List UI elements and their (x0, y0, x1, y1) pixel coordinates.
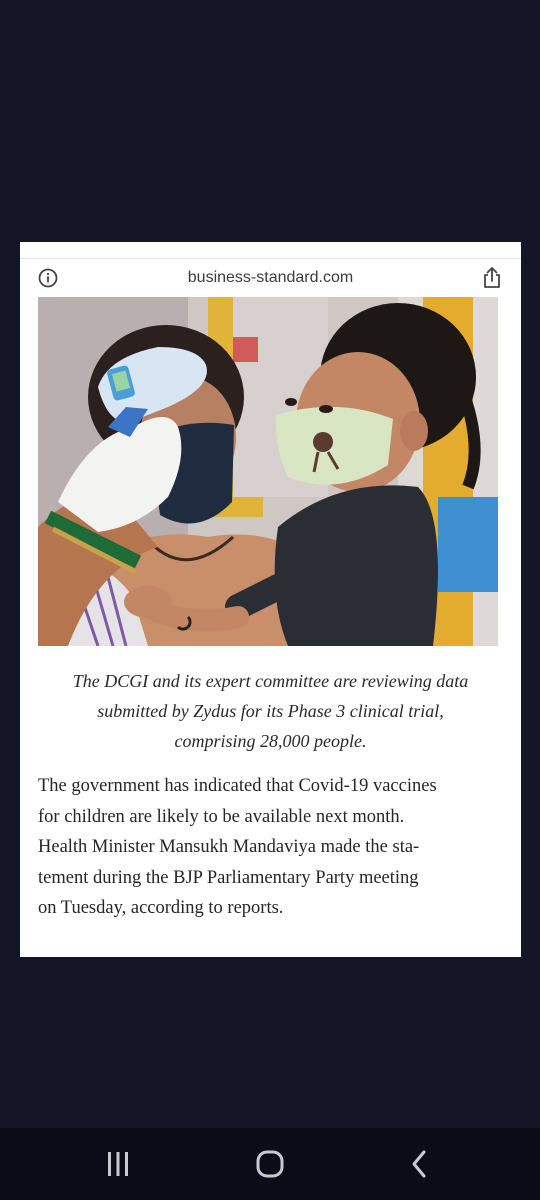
body-line: for children are likely to be available … (38, 806, 405, 827)
body-line: on Tuesday, according to reports. (38, 898, 284, 919)
url-bar[interactable]: business-standard.com (20, 259, 521, 297)
info-icon[interactable] (38, 268, 58, 288)
back-icon[interactable] (402, 1148, 438, 1180)
body-line: Health Minister Mansukh Mandaviya made t… (38, 837, 420, 858)
article-body: The government has indicated that Covid-… (38, 771, 508, 924)
article-photo (38, 297, 498, 646)
body-line: The government has indicated that Covid-… (38, 776, 437, 796)
url-text[interactable]: business-standard.com (188, 269, 353, 287)
browser-top-strip (20, 242, 521, 259)
photo-caption: The DCGI and its expert committee are re… (34, 666, 507, 756)
home-icon[interactable] (252, 1148, 288, 1180)
recent-apps-icon[interactable] (100, 1148, 136, 1180)
system-navigation-bar (0, 1128, 540, 1200)
caption-line: The DCGI and its expert committee are re… (72, 671, 469, 691)
body-line: tement during the BJP Parliamentary Part… (38, 867, 419, 888)
caption-line: submitted by Zydus for its Phase 3 clini… (97, 701, 444, 721)
caption-line: comprising 28,000 people. (174, 731, 367, 751)
article-card: business-standard.com The DCGI and its e… (20, 242, 521, 957)
share-icon[interactable] (481, 266, 503, 290)
